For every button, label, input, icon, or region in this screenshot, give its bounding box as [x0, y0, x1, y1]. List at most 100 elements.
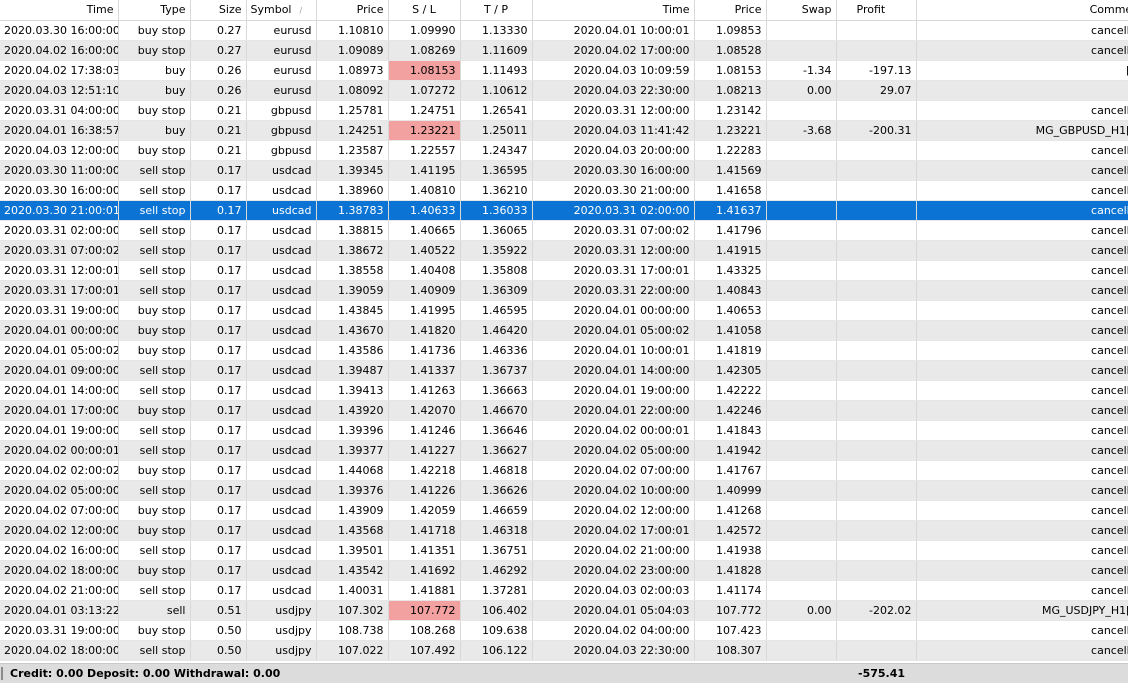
col-header-symbol[interactable]: Symbol /	[246, 0, 317, 21]
history-rows: 2020.03.30 16:00:00 buy stop 0.27 eurusd 1.1…	[0, 20, 1128, 661]
cell-time: 2020.04.01 09:00:00	[0, 360, 119, 381]
cell-size: 0.27	[190, 40, 247, 61]
cell-type: buy stop	[118, 340, 191, 361]
table-row[interactable]: 2020.04.02 17:38:03 buy 0.26 eurusd 1.08973 1…	[0, 60, 1128, 81]
table-row[interactable]: 2020.03.31 19:00:00 buy stop 0.17 usdcad 1.4…	[0, 300, 1128, 321]
cell-time: 2020.04.03 12:00:00	[0, 140, 119, 161]
table-row[interactable]: 2020.04.01 19:00:00 sell stop 0.17 usdcad 1.…	[0, 420, 1128, 441]
col-header-time[interactable]: Time	[0, 0, 119, 21]
table-row[interactable]: 2020.04.01 16:38:57 buy 0.21 gbpusd 1.24251 1…	[0, 120, 1128, 141]
col-header-close-time[interactable]: Time	[532, 0, 695, 21]
col-header-size[interactable]: Size	[190, 0, 247, 21]
cell-close-time: 2020.04.01 14:00:00	[532, 360, 695, 381]
cell-sl: 1.42059	[388, 500, 461, 521]
cell-symbol: eurusd	[246, 40, 317, 61]
cell-comment: cancelled	[916, 400, 1128, 421]
table-row[interactable]: 2020.03.30 16:00:00 buy stop 0.27 eurusd 1.1…	[0, 20, 1128, 41]
cell-price: 1.40031	[316, 580, 389, 601]
cell-comment: cancelled	[916, 360, 1128, 381]
cell-swap	[766, 480, 837, 501]
cell-time: 2020.03.31 12:00:01	[0, 260, 119, 281]
cell-swap	[766, 520, 837, 541]
cell-price: 1.08973	[316, 60, 389, 81]
table-row[interactable]: 2020.04.02 16:00:00 buy stop 0.27 eurusd 1.0…	[0, 40, 1128, 61]
cell-close-time: 2020.04.01 05:00:02	[532, 320, 695, 341]
cell-type: buy stop	[118, 100, 191, 121]
table-row[interactable]: 2020.04.02 16:00:00 sell stop 0.17 usdcad 1.…	[0, 540, 1128, 561]
table-row[interactable]: 2020.04.03 12:00:00 buy stop 0.21 gbpusd 1.2…	[0, 140, 1128, 161]
cell-time: 2020.04.02 17:38:03	[0, 60, 119, 81]
table-row[interactable]: 2020.04.01 05:00:02 buy stop 0.17 usdcad 1.4…	[0, 340, 1128, 361]
cell-price: 1.43568	[316, 520, 389, 541]
cell-size: 0.17	[190, 360, 247, 381]
col-header-price[interactable]: Price	[316, 0, 389, 21]
col-header-profit[interactable]: Profit	[836, 0, 917, 21]
table-row[interactable]: 2020.04.02 18:00:00 sell stop 0.50 usdjpy 10…	[0, 640, 1128, 661]
table-row[interactable]: 2020.04.02 12:00:00 buy stop 0.17 usdcad 1.4…	[0, 520, 1128, 541]
table-row[interactable]: 2020.04.02 02:00:02 buy stop 0.17 usdcad 1.4…	[0, 460, 1128, 481]
cell-tp: 1.24347	[460, 140, 533, 161]
col-header-type[interactable]: Type	[118, 0, 191, 21]
table-row[interactable]: 2020.04.02 21:00:00 sell stop 0.17 usdcad 1.…	[0, 580, 1128, 601]
cell-profit	[836, 540, 917, 561]
table-row[interactable]: 2020.03.30 11:00:00 sell stop 0.17 usdcad 1.…	[0, 160, 1128, 181]
cell-price: 1.39377	[316, 440, 389, 461]
table-row[interactable]: 2020.04.01 03:13:22 sell 0.51 usdjpy 107.302…	[0, 600, 1128, 621]
cell-profit	[836, 640, 917, 661]
cell-swap	[766, 320, 837, 341]
cell-sl: 1.40522	[388, 240, 461, 261]
cell-profit	[836, 200, 917, 221]
table-row[interactable]: 2020.04.03 12:51:10 buy 0.26 eurusd 1.08092 1…	[0, 80, 1128, 101]
table-row[interactable]: 2020.03.31 04:00:00 buy stop 0.21 gbpusd 1.2…	[0, 100, 1128, 121]
cell-price: 1.43586	[316, 340, 389, 361]
cell-close-price: 1.41828	[694, 560, 767, 581]
table-row[interactable]: 2020.03.31 12:00:01 sell stop 0.17 usdcad 1.…	[0, 260, 1128, 281]
cell-sl: 1.42070	[388, 400, 461, 421]
table-row[interactable]: 2020.03.30 16:00:00 sell stop 0.17 usdcad 1.…	[0, 180, 1128, 201]
cell-close-price: 1.43325	[694, 260, 767, 281]
cell-sl: 1.41718	[388, 520, 461, 541]
cell-type: sell stop	[118, 380, 191, 401]
cell-sl: 1.41820	[388, 320, 461, 341]
table-row[interactable]: 2020.04.02 07:00:00 buy stop 0.17 usdcad 1.4…	[0, 500, 1128, 521]
cell-close-time: 2020.04.02 23:00:00	[532, 560, 695, 581]
table-row[interactable]: 2020.03.31 07:00:02 sell stop 0.17 usdcad 1.…	[0, 240, 1128, 261]
table-row[interactable]: 2020.04.01 14:00:00 sell stop 0.17 usdcad 1.…	[0, 380, 1128, 401]
cell-price: 107.022	[316, 640, 389, 661]
table-row[interactable]: 2020.03.31 02:00:00 sell stop 0.17 usdcad 1.…	[0, 220, 1128, 241]
cell-tp: 1.11609	[460, 40, 533, 61]
cell-time: 2020.04.02 18:00:00	[0, 560, 119, 581]
cell-close-time: 2020.03.31 12:00:00	[532, 240, 695, 261]
table-row[interactable]: 2020.04.02 00:00:01 sell stop 0.17 usdcad 1.…	[0, 440, 1128, 461]
cell-type: buy stop	[118, 560, 191, 581]
col-header-close-price[interactable]: Price	[694, 0, 767, 21]
cell-time: 2020.04.02 16:00:00	[0, 540, 119, 561]
col-header-swap[interactable]: Swap	[766, 0, 837, 21]
table-row[interactable]: 2020.04.02 05:00:00 sell stop 0.17 usdcad 1.…	[0, 480, 1128, 501]
cell-sl: 1.42218	[388, 460, 461, 481]
table-row[interactable]: 2020.03.30 21:00:01 sell stop 0.17 usdcad 1.…	[0, 200, 1128, 221]
table-row[interactable]: 2020.03.31 17:00:01 sell stop 0.17 usdcad 1.…	[0, 280, 1128, 301]
cell-close-time: 2020.03.31 12:00:00	[532, 100, 695, 121]
col-header-tp[interactable]: T / P	[460, 0, 533, 21]
cell-type: buy stop	[118, 20, 191, 41]
cell-profit	[836, 360, 917, 381]
col-header-sl[interactable]: S / L	[388, 0, 461, 21]
table-row[interactable]: 2020.04.01 00:00:00 buy stop 0.17 usdcad 1.4…	[0, 320, 1128, 341]
cell-size: 0.21	[190, 100, 247, 121]
cell-type: sell stop	[118, 360, 191, 381]
cell-sl: 107.772	[388, 600, 461, 621]
cell-time: 2020.04.01 14:00:00	[0, 380, 119, 401]
cell-comment: cancelled	[916, 160, 1128, 181]
table-row[interactable]: 2020.03.31 19:00:00 buy stop 0.50 usdjpy 108…	[0, 620, 1128, 641]
cell-comment: MG_USDJPY_H1[sl]	[916, 600, 1128, 621]
col-header-comment[interactable]: Comment	[916, 0, 1128, 21]
table-row[interactable]: 2020.04.01 09:00:00 sell stop 0.17 usdcad 1.…	[0, 360, 1128, 381]
table-row[interactable]: 2020.04.02 18:00:00 buy stop 0.17 usdcad 1.4…	[0, 560, 1128, 581]
cell-swap	[766, 240, 837, 261]
cell-comment: cancelled	[916, 480, 1128, 501]
cell-swap	[766, 440, 837, 461]
cell-close-price: 107.423	[694, 620, 767, 641]
cell-tp: 1.11493	[460, 60, 533, 81]
table-row[interactable]: 2020.04.01 17:00:00 buy stop 0.17 usdcad 1.4…	[0, 400, 1128, 421]
